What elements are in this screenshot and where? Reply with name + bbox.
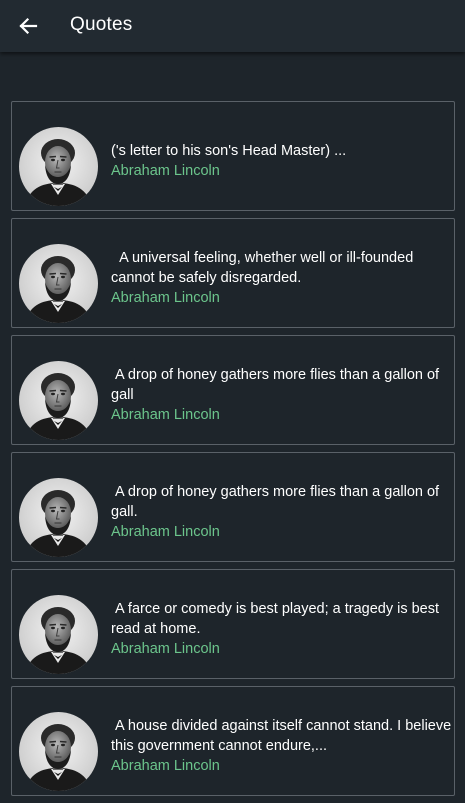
portrait-image [19,127,98,206]
portrait-image [19,361,98,440]
quote-card-2[interactable]: A universal feeling, whether well or ill… [11,218,455,328]
quote-text-block: ('s letter to his son's Head Master) ...… [111,102,453,210]
quote-text-block: A drop of honey gathers more flies than … [111,336,453,444]
quote-author: Abraham Lincoln [111,406,220,423]
quote-card-6[interactable]: A house divided against itself cannot st… [11,686,455,796]
quote-author: Abraham Lincoln [111,289,220,306]
author-avatar [19,595,98,674]
quote-text-block: A universal feeling, whether well or ill… [111,219,453,327]
quote-text-block: A house divided against itself cannot st… [111,687,453,795]
quote-list: ('s letter to his son's Head Master) ...… [11,101,455,803]
quote-text-block: A farce or comedy is best played; a trag… [111,570,453,678]
quote-text: A drop of honey gathers more flies than … [111,366,444,403]
quote-text: A universal feeling, whether well or ill… [111,249,418,286]
quote-author: Abraham Lincoln [111,162,220,179]
arrow-left-icon [19,17,38,35]
portrait-image [19,712,98,791]
app-bar: Quotes [0,0,465,52]
portrait-image [19,478,98,557]
quote-author: Abraham Lincoln [111,640,220,657]
portrait-image [19,595,98,674]
quote-author: Abraham Lincoln [111,757,220,774]
portrait-image [19,244,98,323]
quote-card-5[interactable]: A farce or comedy is best played; a trag… [11,569,455,679]
author-avatar [19,127,98,206]
back-button[interactable] [10,8,46,44]
page-title: Quotes [70,14,133,35]
quote-text: ('s letter to his son's Head Master) ... [111,142,347,159]
quote-card-4[interactable]: A drop of honey gathers more flies than … [11,452,455,562]
author-avatar [19,712,98,791]
quote-text: A house divided against itself cannot st… [111,717,456,754]
quote-text: A drop of honey gathers more flies than … [111,483,444,520]
quote-author: Abraham Lincoln [111,523,220,540]
quote-text: A farce or comedy is best played; a trag… [111,600,444,637]
quote-text-block: A drop of honey gathers more flies than … [111,453,453,561]
quote-card-1[interactable]: ('s letter to his son's Head Master) ...… [11,101,455,211]
author-avatar [19,361,98,440]
author-avatar [19,244,98,323]
quote-card-3[interactable]: A drop of honey gathers more flies than … [11,335,455,445]
author-avatar [19,478,98,557]
